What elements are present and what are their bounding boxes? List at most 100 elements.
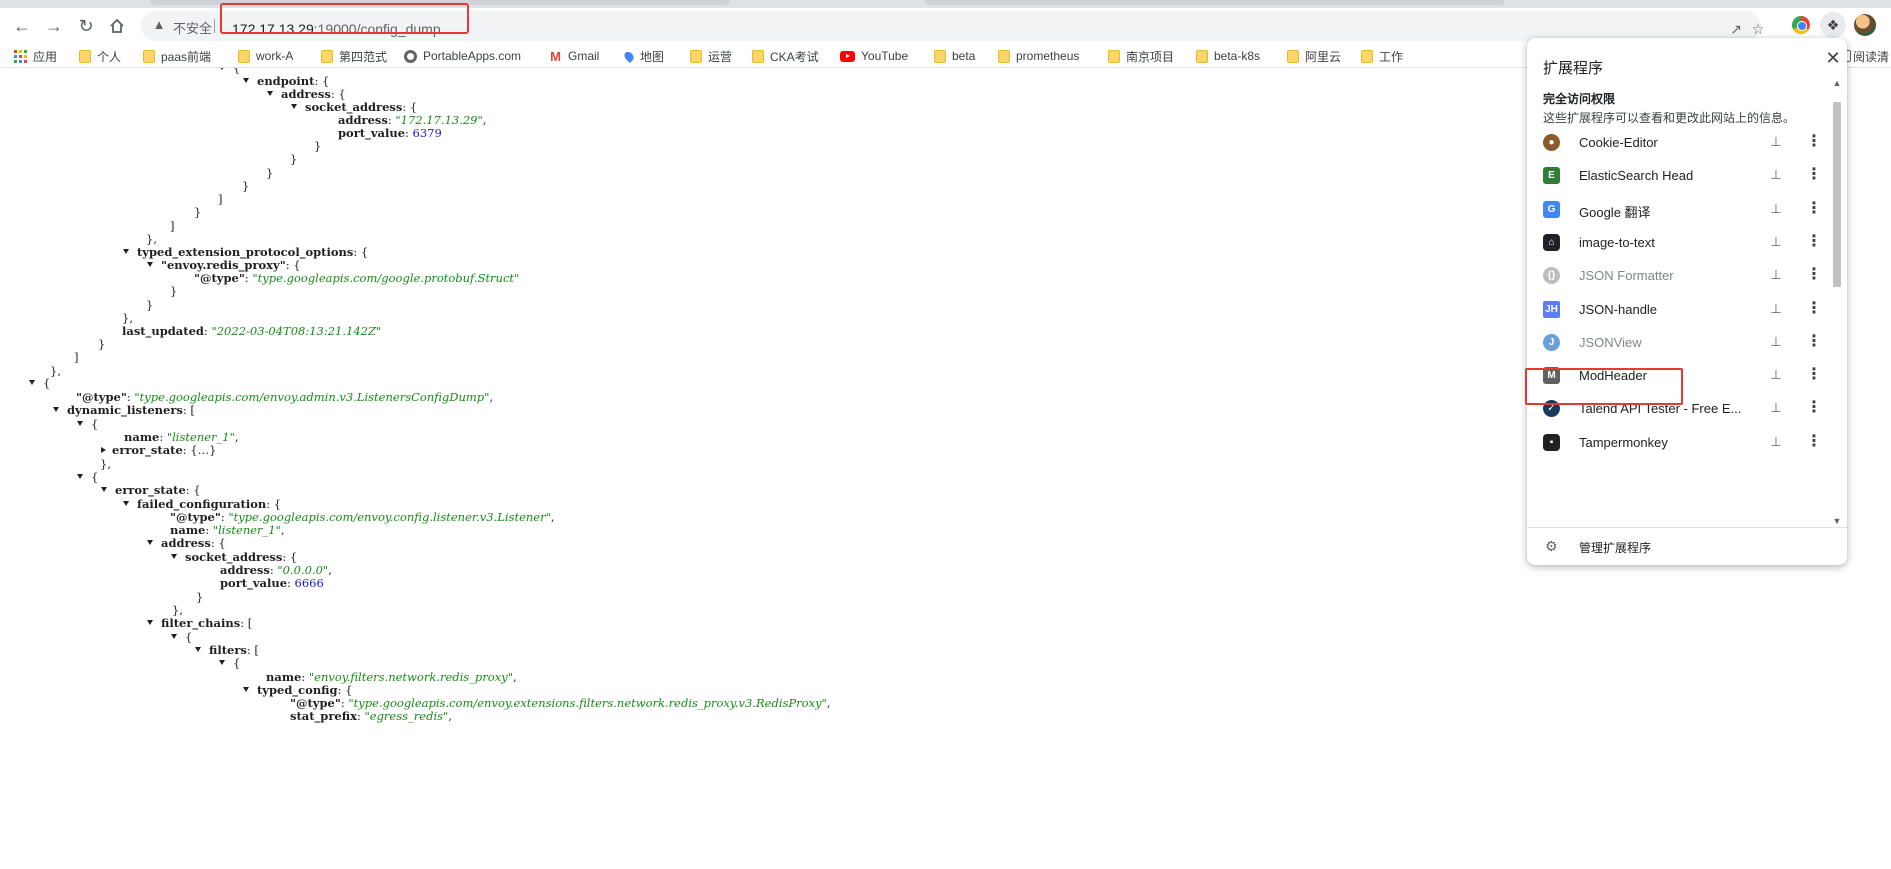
bookmark-folder[interactable]: 阿里云 bbox=[1287, 47, 1341, 65]
collapse-triangle-icon[interactable] bbox=[147, 620, 153, 625]
collapse-triangle-icon[interactable] bbox=[171, 554, 177, 559]
collapse-triangle-icon[interactable] bbox=[29, 380, 35, 385]
folder-icon bbox=[1361, 49, 1373, 63]
forward-button[interactable]: → bbox=[40, 12, 68, 40]
apps-grid-icon bbox=[14, 49, 27, 63]
collapse-triangle-icon[interactable] bbox=[243, 687, 249, 692]
json-punctuation: , bbox=[280, 523, 285, 537]
json-line: ] bbox=[170, 218, 175, 234]
json-line: } bbox=[196, 589, 203, 605]
json-line: dynamic_listeners: [ bbox=[53, 402, 195, 418]
bookmark-folder[interactable]: CKA考试 bbox=[752, 47, 819, 65]
collapse-triangle-icon[interactable] bbox=[77, 421, 83, 426]
pin-icon[interactable]: ⊥ bbox=[1767, 433, 1785, 451]
pin-icon[interactable]: ⊥ bbox=[1767, 399, 1785, 417]
json-key: error_state bbox=[112, 443, 183, 457]
collapse-triangle-icon[interactable] bbox=[243, 78, 249, 83]
bookmark-maps[interactable]: 地图 bbox=[622, 47, 664, 65]
bookmark-apps[interactable]: 应用 bbox=[14, 47, 57, 65]
extension-item-tampermonkey[interactable]: ▪ Tampermonkey ⊥ ⋮ bbox=[1527, 422, 1827, 462]
share-icon[interactable]: ↗ bbox=[1725, 18, 1747, 40]
scroll-down-icon[interactable]: ▼ bbox=[1832, 516, 1842, 526]
json-line: { bbox=[77, 416, 98, 432]
home-button[interactable] bbox=[103, 12, 131, 40]
reload-button[interactable]: ↻ bbox=[72, 12, 100, 40]
collapse-triangle-icon[interactable] bbox=[147, 540, 153, 545]
json-line: stat_prefix: "egress_redis", bbox=[290, 708, 452, 724]
json-punctuation: }, bbox=[50, 364, 61, 378]
tab-background[interactable] bbox=[925, 0, 1505, 5]
pin-icon[interactable]: ⊥ bbox=[1767, 333, 1785, 351]
collapse-triangle-icon[interactable] bbox=[171, 634, 177, 639]
divider bbox=[214, 19, 215, 33]
more-options-icon[interactable]: ⋮ bbox=[1805, 333, 1823, 351]
bookmark-folder[interactable]: 工作 bbox=[1361, 47, 1403, 65]
collapse-triangle-icon[interactable] bbox=[291, 104, 297, 109]
back-button[interactable]: ← bbox=[8, 12, 36, 40]
more-options-icon[interactable]: ⋮ bbox=[1805, 433, 1823, 451]
json-punctuation: , bbox=[513, 670, 517, 684]
manage-extensions-button[interactable]: ⚙ 管理扩展程序 bbox=[1527, 528, 1847, 565]
collapse-triangle-icon[interactable] bbox=[219, 68, 225, 70]
bookmark-star-icon[interactable]: ☆ bbox=[1747, 18, 1769, 40]
bookmark-folder[interactable]: work-A bbox=[238, 47, 293, 65]
warning-icon[interactable]: ▲ bbox=[151, 17, 167, 33]
pin-icon[interactable]: ⊥ bbox=[1767, 133, 1785, 151]
more-options-icon[interactable]: ⋮ bbox=[1805, 166, 1823, 184]
reading-list-label[interactable]: 阅读清 bbox=[1853, 48, 1889, 65]
extensions-button[interactable]: ❖ bbox=[1820, 12, 1846, 38]
more-options-icon[interactable]: ⋮ bbox=[1805, 300, 1823, 318]
json-punctuation: : bbox=[287, 576, 295, 590]
pin-icon[interactable]: ⊥ bbox=[1767, 300, 1785, 318]
bookmark-folder[interactable]: 个人 bbox=[79, 47, 121, 65]
bookmark-gmail[interactable]: M Gmail bbox=[549, 47, 599, 65]
collapse-triangle-icon[interactable] bbox=[267, 91, 273, 96]
expand-triangle-icon[interactable] bbox=[101, 447, 106, 453]
collapse-triangle-icon[interactable] bbox=[147, 262, 153, 267]
pin-icon[interactable]: ⊥ bbox=[1767, 366, 1785, 384]
profile-button[interactable] bbox=[1852, 12, 1878, 38]
collapse-triangle-icon[interactable] bbox=[195, 647, 201, 652]
bookmark-folder[interactable]: beta bbox=[934, 47, 975, 65]
security-label[interactable]: 不安全 bbox=[173, 18, 212, 37]
chrome-extension-button[interactable] bbox=[1788, 12, 1814, 38]
arrow-left-icon: ← bbox=[13, 16, 31, 36]
json-punctuation: { bbox=[185, 630, 193, 644]
bookmark-youtube[interactable]: YouTube bbox=[840, 47, 908, 65]
scrollbar-thumb[interactable] bbox=[1833, 102, 1841, 287]
bookmark-folder[interactable]: prometheus bbox=[998, 47, 1079, 65]
collapse-triangle-icon[interactable] bbox=[101, 487, 107, 492]
bookmark-portableapps[interactable]: PortableApps.com bbox=[404, 47, 521, 65]
collapse-triangle-icon[interactable] bbox=[77, 474, 83, 479]
bookmark-folder[interactable]: 运营 bbox=[690, 47, 732, 65]
json-punctuation: , bbox=[826, 696, 831, 710]
more-options-icon[interactable]: ⋮ bbox=[1805, 266, 1823, 284]
more-options-icon[interactable]: ⋮ bbox=[1805, 399, 1823, 417]
popup-scrollbar[interactable]: ▲ ▼ bbox=[1830, 78, 1844, 527]
collapse-triangle-icon[interactable] bbox=[53, 407, 59, 412]
json-punctuation: } bbox=[196, 590, 204, 604]
pin-icon[interactable]: ⊥ bbox=[1767, 233, 1785, 251]
bookmark-folder[interactable]: 南京项目 bbox=[1108, 47, 1174, 65]
bookmark-folder[interactable]: 第四范式 bbox=[321, 47, 387, 65]
scroll-up-icon[interactable]: ▲ bbox=[1832, 78, 1842, 88]
more-options-icon[interactable]: ⋮ bbox=[1805, 133, 1823, 151]
pin-icon[interactable]: ⊥ bbox=[1767, 200, 1785, 218]
collapse-triangle-icon[interactable] bbox=[219, 660, 225, 665]
bookmark-folder[interactable]: beta-k8s bbox=[1196, 47, 1260, 65]
bookmark-folder[interactable]: paas前端 bbox=[143, 47, 211, 65]
json-punctuation: : [ bbox=[246, 643, 259, 657]
more-options-icon[interactable]: ⋮ bbox=[1805, 200, 1823, 218]
more-options-icon[interactable]: ⋮ bbox=[1805, 366, 1823, 384]
json-punctuation: }, bbox=[100, 457, 111, 471]
pin-icon[interactable]: ⊥ bbox=[1767, 166, 1785, 184]
arrow-right-icon: → bbox=[45, 16, 63, 36]
json-line: }, bbox=[100, 456, 111, 472]
collapse-triangle-icon[interactable] bbox=[123, 249, 129, 254]
collapse-triangle-icon[interactable] bbox=[123, 501, 129, 506]
pin-icon[interactable]: ⊥ bbox=[1767, 266, 1785, 284]
json-punctuation: { bbox=[91, 417, 99, 431]
more-options-icon[interactable]: ⋮ bbox=[1805, 233, 1823, 251]
close-icon[interactable]: ✕ bbox=[1821, 46, 1845, 70]
jsonview-icon: J bbox=[1543, 334, 1560, 351]
